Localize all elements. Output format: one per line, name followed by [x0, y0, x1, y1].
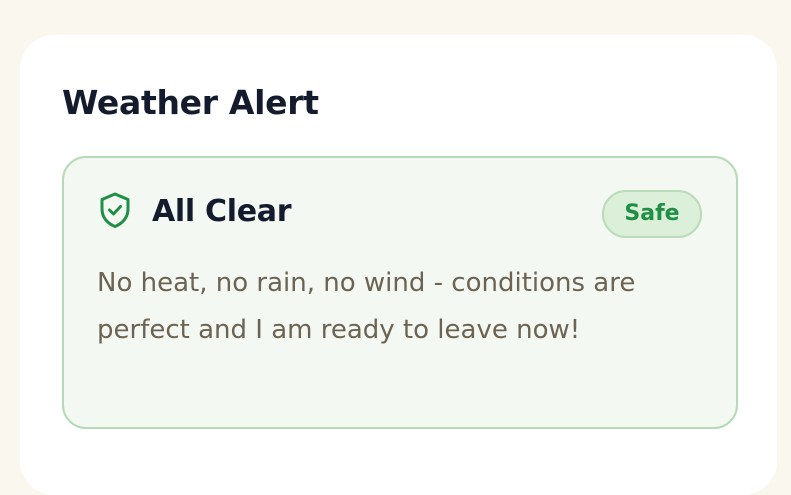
status-badge: Safe [602, 190, 702, 238]
alert-title: All Clear [152, 194, 292, 229]
card-title: Weather Alert [62, 83, 319, 122]
alert-panel: All Clear Safe No heat, no rain, no wind… [62, 156, 738, 429]
weather-alert-card: Weather Alert All Clear Safe No heat, no… [20, 35, 777, 495]
shield-check-icon [97, 191, 133, 229]
alert-message: No heat, no rain, no wind - conditions a… [97, 268, 636, 345]
